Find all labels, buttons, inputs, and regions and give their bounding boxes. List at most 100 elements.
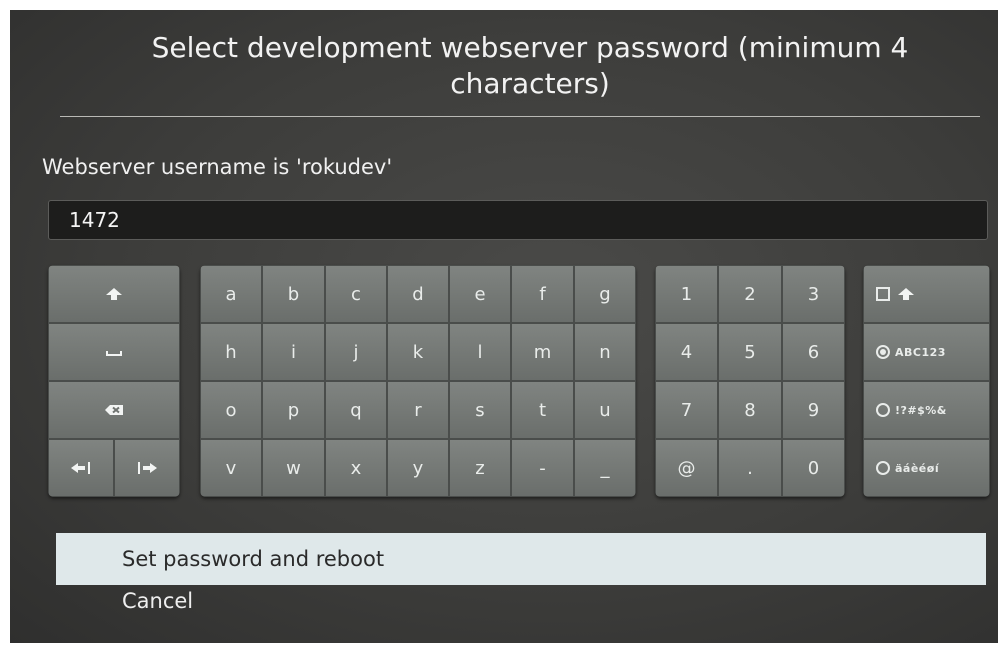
key-label: a (225, 283, 237, 305)
key-number[interactable]: 0 (782, 439, 845, 497)
key-letter[interactable]: j (325, 323, 387, 381)
key-label: g (599, 283, 611, 305)
key-label: u (599, 399, 611, 421)
key-number[interactable]: 9 (782, 381, 845, 439)
key-label: s (475, 399, 485, 421)
key-number[interactable]: 6 (782, 323, 845, 381)
key-letter[interactable]: b (262, 265, 325, 323)
key-label: _ (600, 457, 610, 479)
control-keys-panel (48, 265, 180, 497)
key-letter[interactable]: q (325, 381, 387, 439)
password-field[interactable]: 1472 (48, 200, 988, 240)
key-letter[interactable]: x (325, 439, 387, 497)
key-number[interactable]: 1 (655, 265, 718, 323)
shift-key[interactable] (48, 265, 180, 323)
key-label: . (747, 457, 753, 479)
key-label: 3 (807, 283, 820, 305)
number-keys-panel: 1 2 3 4 5 6 7 8 9 @. 0 (655, 265, 845, 497)
key-label: 1 (680, 283, 693, 305)
key-label: z (475, 457, 485, 479)
key-label: @ (677, 457, 696, 479)
key-label: h (225, 341, 237, 363)
key-label: 4 (680, 341, 693, 363)
key-letter[interactable]: c (325, 265, 387, 323)
key-letter[interactable]: a (200, 265, 262, 323)
key-number[interactable]: 3 (782, 265, 845, 323)
key-letter[interactable]: n (574, 323, 636, 381)
key-label: w (286, 457, 301, 479)
cursor-right-icon (138, 462, 157, 474)
caps-lock-key[interactable] (863, 265, 990, 323)
mode-label: ABC123 (895, 345, 946, 359)
key-number[interactable]: 7 (655, 381, 718, 439)
key-number[interactable]: 5 (718, 323, 782, 381)
dialog-title: Select development webserver password (m… (151, 31, 909, 100)
key-letter[interactable]: w (262, 439, 325, 497)
key-letter[interactable]: d (387, 265, 449, 323)
radio-icon (876, 403, 890, 417)
key-label: v (225, 457, 237, 479)
radio-icon (876, 461, 890, 475)
key-letter[interactable]: t (511, 381, 574, 439)
username-label: Webserver username is 'rokudev' (42, 155, 393, 179)
keyboard-mode-panel: ABC123 !?#$%& äáèéøí (863, 265, 990, 497)
key-letter[interactable]: h (200, 323, 262, 381)
key-label: d (412, 283, 424, 305)
caps-lock-icon (876, 287, 890, 301)
key-letter[interactable]: i (262, 323, 325, 381)
key-letter[interactable]: g (574, 265, 636, 323)
key-letter[interactable]: - (511, 439, 574, 497)
key-label: 0 (807, 457, 820, 479)
backspace-key[interactable] (48, 381, 180, 439)
cursor-right-key[interactable] (114, 439, 180, 497)
key-letter[interactable]: o (200, 381, 262, 439)
keyboard-mode-option[interactable]: äáèéøí (863, 439, 990, 497)
key-number[interactable]: @ (655, 439, 718, 497)
key-letter[interactable]: z (449, 439, 511, 497)
key-number[interactable]: . (718, 439, 782, 497)
shift-icon (898, 288, 914, 300)
key-label: t (538, 399, 547, 421)
key-letter[interactable]: f (511, 265, 574, 323)
space-icon (106, 351, 122, 356)
key-label: r (414, 399, 422, 421)
key-label: o (225, 399, 237, 421)
key-letter[interactable]: s (449, 381, 511, 439)
key-label: p (287, 399, 300, 421)
cursor-left-key[interactable] (48, 439, 114, 497)
key-letter[interactable]: m (511, 323, 574, 381)
key-label: 2 (744, 283, 756, 305)
key-label: 7 (680, 399, 693, 421)
key-label: f (539, 283, 546, 305)
key-label: l (477, 341, 483, 363)
key-number[interactable]: 4 (655, 323, 718, 381)
mode-label: äáèéøí (895, 461, 940, 475)
key-letter[interactable]: u (574, 381, 636, 439)
title-divider (60, 116, 980, 117)
key-label: e (474, 283, 486, 305)
key-label: 5 (744, 341, 756, 363)
keyboard-mode-option[interactable]: !?#$%& (863, 381, 990, 439)
key-label: m (533, 341, 552, 363)
key-letter[interactable]: y (387, 439, 449, 497)
keyboard-mode-option[interactable]: ABC123 (863, 323, 990, 381)
key-letter[interactable]: p (262, 381, 325, 439)
key-label: 8 (744, 399, 756, 421)
roku-dev-settings-screen: Select development webserver password (m… (10, 10, 998, 643)
key-label: y (412, 457, 424, 479)
key-number[interactable]: 8 (718, 381, 782, 439)
key-label: b (287, 283, 300, 305)
key-label: x (350, 457, 362, 479)
key-letter[interactable]: e (449, 265, 511, 323)
key-letter[interactable]: v (200, 439, 262, 497)
key-letter[interactable]: _ (574, 439, 636, 497)
mode-label: !?#$%& (895, 403, 947, 417)
key-letter[interactable]: k (387, 323, 449, 381)
space-key[interactable] (48, 323, 180, 381)
key-letter[interactable]: l (449, 323, 511, 381)
key-letter[interactable]: r (387, 381, 449, 439)
cancel-button[interactable]: Cancel (56, 576, 986, 628)
key-label: i (290, 341, 296, 363)
letter-keys-panel: a b c d e f g h i j k l m n o p q r s t u v w x y z - _ (200, 265, 636, 497)
key-number[interactable]: 2 (718, 265, 782, 323)
